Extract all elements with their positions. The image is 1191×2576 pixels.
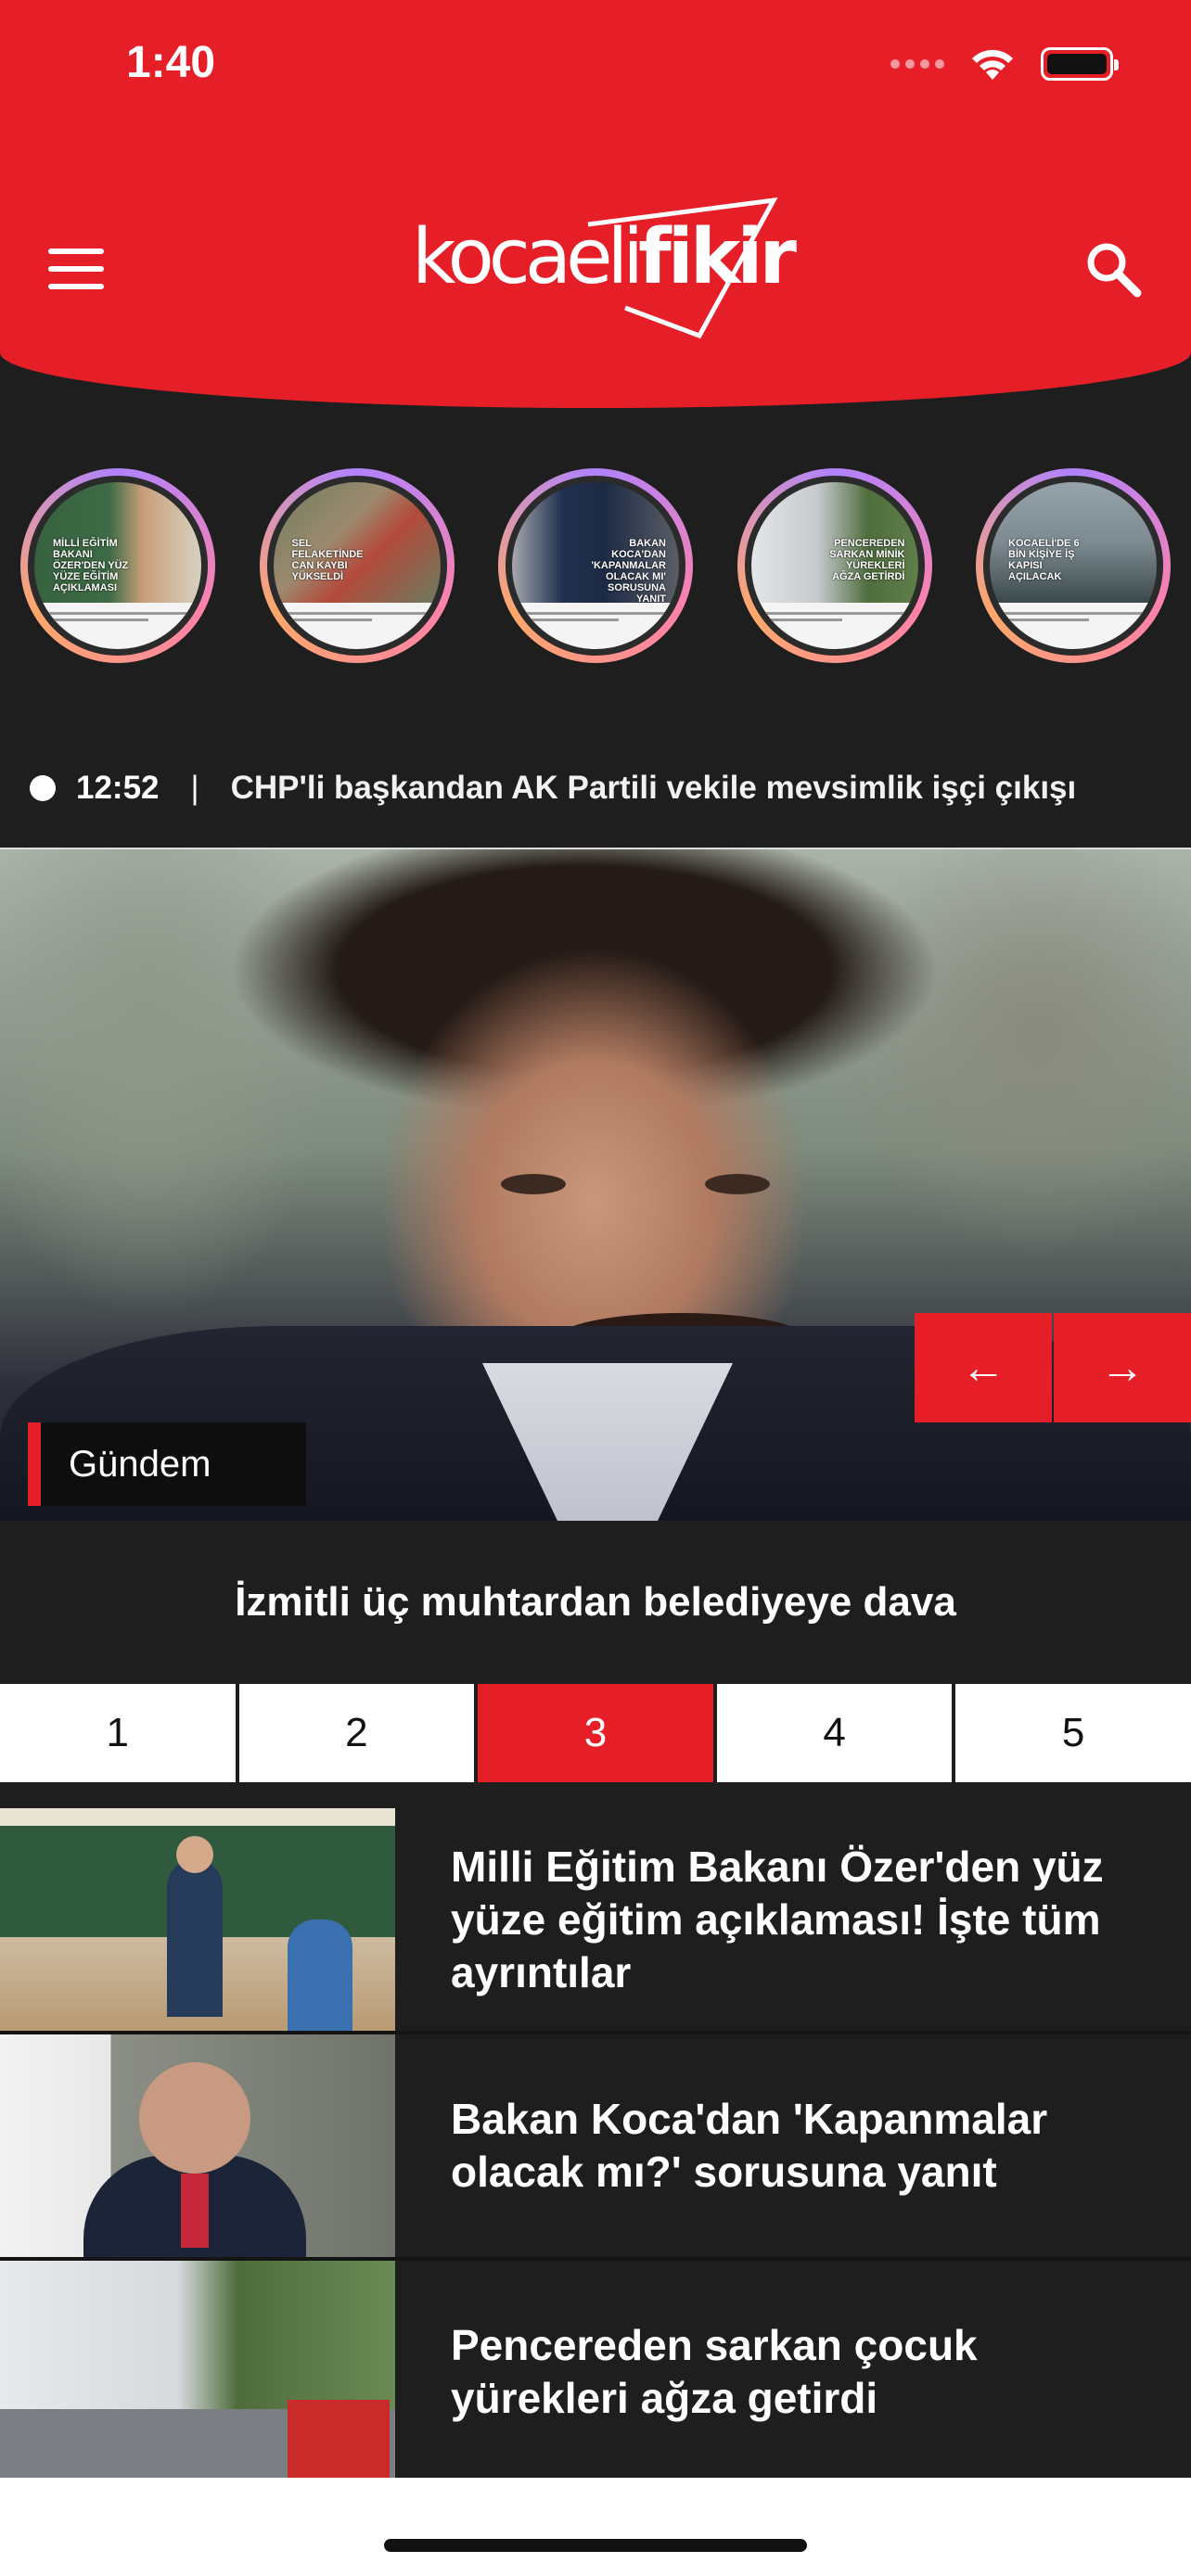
home-indicator[interactable] bbox=[384, 2539, 807, 2552]
news-title: Pencereden sarkan çocuk yürekleri ağza g… bbox=[451, 2321, 978, 2422]
status-icons bbox=[890, 46, 1119, 82]
news-list: Milli Eğitim Bakanı Özer'den yüz yüze eğ… bbox=[0, 1808, 1191, 2487]
story-caption: PENCEREDEN SARKAN MİNİK YÜREKLERİ AĞZA G… bbox=[829, 538, 905, 582]
home-bar bbox=[0, 2478, 1191, 2576]
pager-item[interactable]: 1 bbox=[0, 1684, 236, 1782]
news-title: Milli Eğitim Bakanı Özer'den yüz yüze eğ… bbox=[451, 1842, 1104, 1996]
hero-slide-image[interactable]: ← → Gündem bbox=[0, 848, 1191, 1521]
pager-item-active[interactable]: 3 bbox=[478, 1684, 713, 1782]
story-item[interactable]: SEL FELAKETİNDE CAN KAYBI YÜKSELDİ bbox=[259, 468, 455, 663]
pager-item[interactable]: 5 bbox=[955, 1684, 1191, 1782]
story-item[interactable]: MİLLİ EĞİTİM BAKANI ÖZER'DEN YÜZ YÜZE EĞ… bbox=[20, 468, 215, 663]
hero-title[interactable]: İzmitli üç muhtardan belediyeye dava bbox=[0, 1521, 1191, 1684]
live-dot-icon bbox=[30, 775, 56, 801]
story-caption: BAKAN KOCA'DAN 'KAPANMALAR OLACAK MI' SO… bbox=[591, 538, 666, 605]
wifi-icon bbox=[972, 49, 1013, 80]
ticker-time: 12:52 bbox=[76, 770, 160, 806]
logo[interactable]: kocaelifikir bbox=[412, 197, 797, 345]
news-list-item[interactable]: Pencereden sarkan çocuk yürekleri ağza g… bbox=[0, 2261, 1191, 2487]
battery-icon bbox=[1041, 47, 1119, 81]
story-caption: SEL FELAKETİNDE CAN KAYBI YÜKSELDİ bbox=[291, 538, 364, 582]
story-caption: KOCAELİ'DE 6 BİN KİŞİYE İŞ KAPISI AÇILAC… bbox=[1008, 538, 1080, 582]
story-caption: MİLLİ EĞİTİM BAKANI ÖZER'DEN YÜZ YÜZE EĞ… bbox=[53, 538, 129, 593]
logo-right: fikir bbox=[638, 213, 797, 301]
story-item[interactable]: BAKAN KOCA'DAN 'KAPANMALAR OLACAK MI' SO… bbox=[498, 468, 693, 663]
category-badge[interactable]: Gündem bbox=[28, 1422, 306, 1506]
signal-icon bbox=[890, 59, 944, 69]
search-icon[interactable] bbox=[1083, 239, 1143, 299]
story-item[interactable]: KOCAELİ'DE 6 BİN KİŞİYE İŞ KAPISI AÇILAC… bbox=[976, 468, 1171, 663]
ticker-separator: | bbox=[190, 770, 199, 806]
stories-row: MİLLİ EĞİTİM BAKANI ÖZER'DEN YÜZ YÜZE EĞ… bbox=[0, 468, 1191, 668]
news-title: Bakan Koca'dan 'Kapanmalar olacak mı?' s… bbox=[451, 2095, 1048, 2196]
news-thumbnail bbox=[0, 2034, 395, 2257]
app-header: 1:40 kocaelifikir bbox=[0, 0, 1191, 408]
menu-button[interactable] bbox=[48, 249, 104, 289]
status-time: 1:40 bbox=[126, 38, 216, 87]
slider-pager: 1 2 3 4 5 bbox=[0, 1684, 1191, 1782]
breaking-news-ticker[interactable]: 12:52 | CHP'li başkandan AK Partili veki… bbox=[30, 760, 1076, 816]
pager-item[interactable]: 4 bbox=[716, 1684, 953, 1782]
ticker-headline[interactable]: CHP'li başkandan AK Partili vekile mevsi… bbox=[231, 770, 1077, 807]
slider-nav: ← → bbox=[915, 1313, 1191, 1422]
news-thumbnail bbox=[0, 1808, 395, 2031]
slider-next-button[interactable]: → bbox=[1054, 1313, 1191, 1422]
story-item[interactable]: PENCEREDEN SARKAN MİNİK YÜREKLERİ AĞZA G… bbox=[736, 468, 932, 663]
logo-left: kocaeli bbox=[412, 213, 644, 301]
news-list-item[interactable]: Milli Eğitim Bakanı Özer'den yüz yüze eğ… bbox=[0, 1808, 1191, 2034]
news-thumbnail bbox=[0, 2261, 395, 2483]
pager-item[interactable]: 2 bbox=[238, 1684, 475, 1782]
slider-prev-button[interactable]: ← bbox=[915, 1313, 1052, 1422]
news-list-item[interactable]: Bakan Koca'dan 'Kapanmalar olacak mı?' s… bbox=[0, 2034, 1191, 2261]
